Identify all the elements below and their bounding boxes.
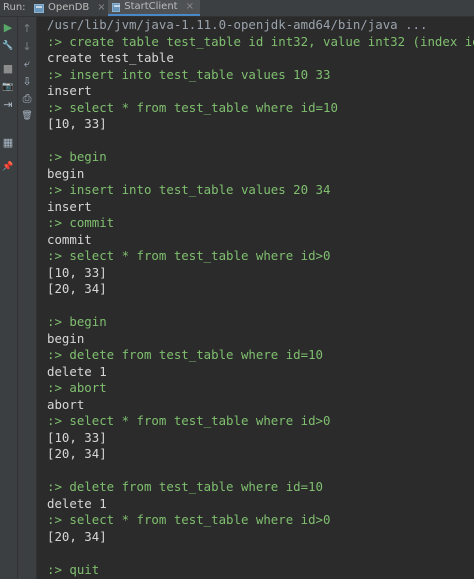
console-output-line bbox=[47, 463, 474, 480]
run-icon[interactable]: ▶ bbox=[1, 20, 15, 34]
console-output-line: [20, 34] bbox=[47, 528, 107, 544]
console-output-line: [10, 33] bbox=[47, 264, 107, 280]
console-output-line bbox=[47, 545, 474, 562]
console-command-line: :> select * from test_table where id=10 bbox=[47, 99, 338, 115]
exit-icon[interactable]: ⇥ bbox=[1, 97, 15, 111]
console-output-line: [10, 33] bbox=[47, 429, 107, 445]
up-arrow-icon[interactable]: ↑ bbox=[20, 21, 34, 35]
soft-wrap-icon[interactable]: ⤶ bbox=[20, 57, 34, 71]
trash-icon[interactable]: 🗑 bbox=[20, 109, 34, 123]
app-config-icon bbox=[34, 3, 44, 13]
run-label: Run: bbox=[3, 2, 26, 13]
down-arrow-icon[interactable]: ↓ bbox=[20, 39, 34, 53]
close-icon[interactable]: × bbox=[97, 0, 105, 16]
console-output-line: create test_table bbox=[47, 50, 174, 65]
console-command-line: :> begin bbox=[47, 149, 107, 164]
console-command-line: :> insert into test_table values 20 34 bbox=[47, 182, 331, 197]
console-command-line: :> begin bbox=[47, 314, 107, 329]
stop-icon[interactable]: ■ bbox=[1, 61, 15, 75]
print-icon[interactable]: ⎙ bbox=[20, 92, 34, 106]
console-lines: /usr/lib/jvm/java-1.11.0-openjdk-amd64/b… bbox=[47, 17, 474, 578]
run-toolbar-secondary: ↑ ↓ ⤶ ⇩ ⎙ 🗑 bbox=[18, 17, 37, 579]
console-output-line: [20, 34] bbox=[47, 281, 107, 296]
console-output-line: begin bbox=[47, 165, 85, 181]
console-command-line: :> commit bbox=[47, 215, 115, 230]
console-output-line: begin bbox=[47, 330, 85, 346]
run-tab-bar: Run: OpenDB × StartClient × bbox=[0, 0, 474, 17]
close-icon[interactable]: × bbox=[186, 0, 194, 15]
console-command-line: :> select * from test_table where id>0 bbox=[47, 413, 331, 428]
console-output-line bbox=[47, 133, 474, 150]
console-output-line: commit bbox=[47, 231, 92, 247]
console-output-line: delete 1 bbox=[47, 495, 107, 511]
console-output-line: abort bbox=[47, 396, 85, 412]
app-config-icon bbox=[112, 2, 121, 12]
tab-startclient[interactable]: StartClient × bbox=[108, 0, 200, 16]
tab-label: StartClient bbox=[124, 1, 178, 12]
tab-opendb[interactable]: OpenDB × bbox=[30, 0, 114, 16]
console-command-line: :> delete from test_table where id=10 bbox=[47, 479, 324, 494]
console-output-line bbox=[47, 298, 474, 315]
scroll-to-end-icon[interactable]: ⇩ bbox=[20, 74, 34, 88]
console-output-line: insert bbox=[47, 198, 92, 214]
console-output-line: delete 1 bbox=[47, 363, 107, 379]
console-command-line: :> insert into test_table values 10 33 bbox=[47, 66, 331, 82]
console-command-line: :> select * from test_table where id>0 bbox=[47, 248, 331, 263]
console-command-line: :> quit bbox=[47, 561, 100, 577]
console-java-path-line: /usr/lib/jvm/java-1.11.0-openjdk-amd64/b… bbox=[47, 17, 428, 32]
tab-label: OpenDB bbox=[48, 2, 90, 13]
console-command-line: :> delete from test_table where id=10 bbox=[47, 347, 324, 362]
console-output[interactable]: /usr/lib/jvm/java-1.11.0-openjdk-amd64/b… bbox=[37, 17, 474, 579]
run-toolbar-primary: ▶ 🔧 ■ 📷 ⇥ ▦ 📌 bbox=[0, 17, 18, 579]
console-output-line: [20, 34] bbox=[47, 446, 107, 461]
console-command-line: :> abort bbox=[47, 380, 107, 395]
camera-icon[interactable]: 📷 bbox=[1, 80, 15, 94]
pin-icon[interactable]: 📌 bbox=[1, 160, 15, 174]
console-output-line: insert bbox=[47, 83, 92, 98]
wrench-icon[interactable]: 🔧 bbox=[1, 39, 15, 53]
layout-icon[interactable]: ▦ bbox=[1, 135, 15, 149]
console-command-line: :> create table test_table id int32, val… bbox=[47, 33, 474, 49]
console-output-line: [10, 33] bbox=[47, 116, 107, 131]
console-command-line: :> select * from test_table where id>0 bbox=[47, 512, 331, 527]
